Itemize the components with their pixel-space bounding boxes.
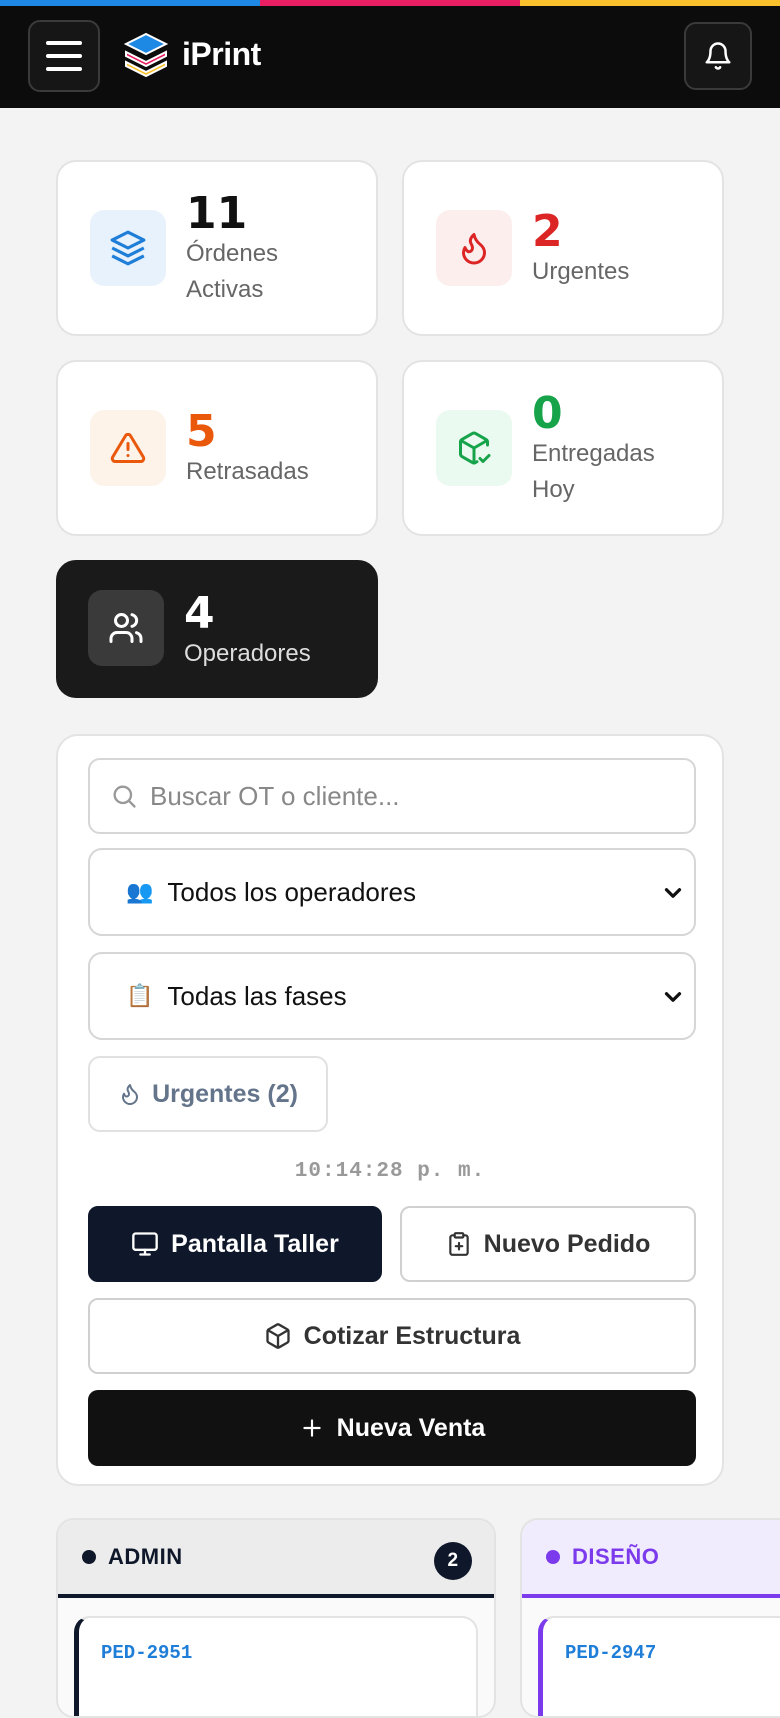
new-sale-label: Nueva Venta	[336, 1413, 486, 1442]
workshop-screen-label: Pantalla Taller	[171, 1229, 339, 1258]
stat-card-operators[interactable]: 4 Operadores	[56, 560, 378, 698]
clock: 10:14:28 p. m.	[294, 1160, 486, 1183]
chevron-down-icon	[664, 992, 682, 1002]
stat-value: 5	[186, 406, 217, 457]
logo-icon	[123, 32, 169, 78]
stat-value: 4	[184, 588, 215, 639]
quote-structure-button[interactable]: Cotizar Estructura	[88, 1298, 696, 1374]
stat-card-delayed[interactable]: 5 Retrasadas	[56, 360, 378, 536]
flame-icon	[436, 210, 512, 286]
warning-icon	[90, 410, 166, 486]
search-input[interactable]	[150, 780, 670, 812]
users-icon	[88, 590, 164, 666]
clipboard-plus-icon	[448, 1232, 469, 1256]
filters-panel: 👥 Todos los operadores 📋 Todas las fases…	[56, 734, 724, 1486]
status-dot	[546, 1550, 560, 1564]
stat-label: Retrasadas	[186, 458, 309, 485]
phase-select-value: Todas las fases	[167, 980, 347, 1011]
stat-card-delivered-today[interactable]: 0 Entregadas Hoy	[402, 360, 724, 536]
new-sale-button[interactable]: Nueva Venta	[88, 1390, 696, 1466]
phase-select[interactable]: 📋 Todas las fases	[88, 952, 696, 1040]
column-header: ADMIN 2	[58, 1520, 494, 1598]
urgent-filter-chip[interactable]: Urgentes (2)	[88, 1056, 328, 1132]
search-field[interactable]	[88, 758, 696, 834]
board-column-design: DISEÑO PED-2947	[520, 1518, 780, 1718]
operator-select[interactable]: 👥 Todos los operadores	[88, 848, 696, 936]
clipboard-emoji-icon: 📋	[126, 983, 154, 1008]
stat-card-active-orders[interactable]: 11 Órdenes Activas	[56, 160, 378, 336]
board-column-admin: ADMIN 2 PED-2951	[56, 1518, 496, 1718]
status-dot	[82, 1550, 96, 1564]
new-order-label: Nuevo Pedido	[483, 1229, 651, 1258]
order-id: PED-2951	[101, 1642, 193, 1664]
notifications-button[interactable]	[684, 22, 752, 90]
column-title: DISEÑO	[572, 1544, 660, 1569]
order-card[interactable]: PED-2947	[538, 1616, 780, 1716]
color-stripe	[0, 0, 780, 6]
workshop-screen-button[interactable]: Pantalla Taller	[88, 1206, 382, 1282]
order-card[interactable]: PED-2951	[74, 1616, 478, 1716]
column-header: DISEÑO	[522, 1520, 780, 1598]
search-icon	[113, 785, 136, 808]
layers-icon	[90, 210, 166, 286]
bell-icon	[705, 42, 731, 70]
operators-emoji-icon: 👥	[126, 879, 154, 904]
box-icon	[265, 1323, 290, 1349]
stat-value: 2	[532, 206, 563, 257]
stat-card-urgent[interactable]: 2 Urgentes	[402, 160, 724, 336]
new-order-button[interactable]: Nuevo Pedido	[400, 1206, 696, 1282]
stat-value: 0	[532, 388, 563, 439]
flame-icon	[122, 1084, 139, 1105]
plus-icon	[302, 1419, 321, 1437]
stat-label: Entregadas Hoy	[532, 440, 655, 503]
column-title: ADMIN	[108, 1544, 183, 1569]
monitor-icon	[132, 1232, 158, 1256]
app-logo[interactable]: iPrint	[122, 30, 261, 78]
column-count-badge: 2	[434, 1542, 472, 1580]
app-name: iPrint	[182, 35, 261, 72]
stat-label: Urgentes	[532, 258, 630, 285]
urgent-filter-label: Urgentes (2)	[152, 1079, 298, 1108]
stat-label: Operadores	[184, 640, 311, 667]
chevron-down-icon	[664, 888, 682, 898]
stat-value: 11	[186, 188, 248, 239]
order-id: PED-2947	[565, 1642, 657, 1664]
hamburger-icon[interactable]	[28, 20, 100, 92]
stat-label: Órdenes Activas	[186, 240, 279, 303]
package-check-icon	[436, 410, 512, 486]
quote-structure-label: Cotizar Estructura	[303, 1321, 521, 1350]
operator-select-value: Todos los operadores	[167, 876, 417, 907]
top-bar: iPrint	[0, 0, 780, 108]
